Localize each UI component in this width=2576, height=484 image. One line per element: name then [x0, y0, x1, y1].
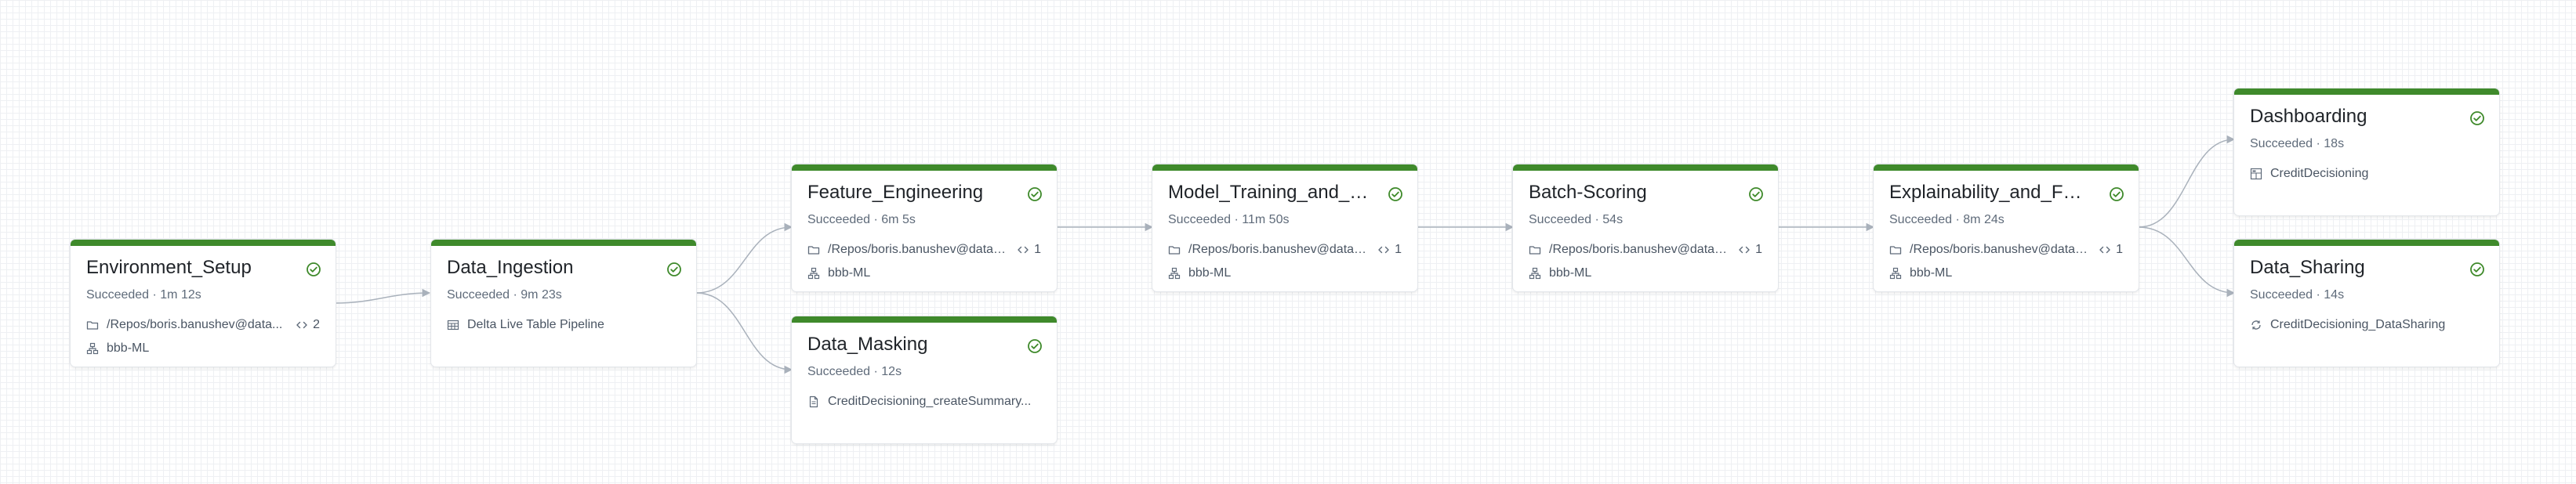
task-notebook-path: /Repos/boris.banushev@datab... 1: [1529, 241, 1762, 258]
task-status: Succeeded · 9m 23s: [447, 288, 562, 302]
code-icon: [1018, 246, 1029, 254]
task-card-data-ingestion[interactable]: Data_Ingestion Succeeded · 9m 23s Delta …: [431, 240, 696, 367]
task-cluster: bbb-ML: [86, 340, 149, 357]
cluster-name: bbb-ML: [107, 341, 150, 355]
task-status: Succeeded · 6m 5s: [807, 213, 916, 226]
notebook-path-text: /Repos/boris.banushev@datab...: [1188, 243, 1370, 256]
notebook-path-text: /Repos/boris.banushev@data...: [107, 318, 283, 331]
check-circle-icon: [1028, 187, 1042, 201]
share-name: CreditDecisioning_DataSharing: [2270, 318, 2446, 331]
share-icon: [2251, 320, 2261, 330]
task-card-dashboarding[interactable]: Dashboarding Succeeded · 18s CreditDecis…: [2234, 88, 2499, 215]
task-file: CreditDecisioning_createSummary...: [807, 393, 1041, 410]
parameter-count: 1: [1395, 243, 1402, 256]
task-title: Model_Training_and_De...: [1168, 182, 1369, 203]
code-icon: [1739, 246, 1750, 254]
task-notebook-path: /Repos/boris.banushev@datab... 1: [1168, 241, 1402, 258]
folder-icon: [86, 321, 99, 330]
task-pipeline: Delta Live Table Pipeline: [447, 316, 604, 334]
pipeline-name: Delta Live Table Pipeline: [467, 318, 604, 331]
folder-icon: [807, 246, 820, 255]
dashboard-name: CreditDecisioning: [2270, 167, 2369, 180]
folder-icon: [1168, 246, 1181, 255]
task-title: Data_Sharing: [2250, 257, 2365, 278]
task-notebook-path: /Repos/boris.banushev@datab... 1: [807, 241, 1041, 258]
parameter-count: 2: [313, 318, 320, 331]
dashboard-icon: [2250, 168, 2262, 180]
cluster-icon: [1168, 267, 1181, 280]
task-notebook-path: /Repos/boris.banushev@datab... 1: [1889, 241, 2123, 258]
task-card-model-training[interactable]: Model_Training_and_De... Succeeded · 11m…: [1152, 164, 1417, 291]
task-status: Succeeded · 12s: [807, 365, 902, 378]
parameter-count: 1: [2116, 243, 2123, 256]
edge-explainability-to-dashboarding: [2138, 135, 2236, 228]
check-circle-icon: [2110, 187, 2124, 201]
task-notebook-path: /Repos/boris.banushev@data... 2: [86, 316, 320, 334]
task-card-feature-engineering[interactable]: Feature_Engineering Succeeded · 6m 5s /R…: [792, 164, 1057, 291]
folder-icon: [1889, 246, 1902, 255]
check-circle-icon: [2470, 111, 2484, 125]
notebook-path-text: /Repos/boris.banushev@datab...: [1549, 243, 1731, 256]
cluster-icon: [86, 342, 99, 355]
task-card-data-sharing[interactable]: Data_Sharing Succeeded · 14s CreditDecis…: [2234, 240, 2499, 367]
task-card-batch-scoring[interactable]: Batch-Scoring Succeeded · 54s /Repos/bor…: [1513, 164, 1778, 291]
cluster-name: bbb-ML: [1910, 266, 1953, 280]
parameter-count: 1: [1034, 243, 1041, 256]
parameter-count: 1: [1755, 243, 1762, 256]
code-icon: [1378, 246, 1389, 254]
edge-data-ingestion-to-feature-engineering: [695, 222, 793, 294]
task-cluster: bbb-ML: [807, 265, 870, 282]
check-circle-icon: [1749, 187, 1763, 201]
edge-data-ingestion-to-data-masking: [695, 292, 793, 374]
task-cluster: bbb-ML: [1529, 265, 1591, 282]
task-title: Data_Ingestion: [447, 257, 574, 278]
task-status: Succeeded · 8m 24s: [1889, 213, 2005, 226]
task-title: Batch-Scoring: [1529, 182, 1647, 203]
task-title: Environment_Setup: [86, 257, 252, 278]
code-icon: [296, 321, 307, 329]
task-card-data-masking[interactable]: Data_Masking Succeeded · 12s CreditDecis…: [792, 316, 1057, 443]
task-parameters: 1: [2099, 243, 2123, 257]
task-status: Succeeded · 14s: [2250, 288, 2345, 302]
check-circle-icon: [1028, 339, 1042, 353]
task-card-environment-setup[interactable]: Environment_Setup Succeeded · 1m 12s /Re…: [71, 240, 336, 367]
edge-explainability-to-data-sharing: [2138, 226, 2236, 298]
notebook-path-text: /Repos/boris.banushev@datab...: [1910, 243, 2092, 256]
task-cluster: bbb-ML: [1889, 265, 1952, 282]
task-title: Dashboarding: [2250, 106, 2367, 127]
folder-icon: [1529, 246, 1541, 255]
task-share: CreditDecisioning_DataSharing: [2250, 316, 2445, 334]
check-circle-icon: [1388, 187, 1402, 201]
cluster-name: bbb-ML: [828, 266, 871, 280]
task-status: Succeeded · 11m 50s: [1168, 213, 1290, 226]
task-status: Succeeded · 54s: [1529, 213, 1624, 226]
cluster-icon: [1529, 267, 1541, 280]
task-card-explainability[interactable]: Explainability_and_Fairn... Succeeded · …: [1874, 164, 2139, 291]
task-parameters: 1: [1377, 243, 1402, 257]
task-title: Feature_Engineering: [807, 182, 984, 203]
file-name: CreditDecisioning_createSummary...: [828, 395, 1032, 408]
task-parameters: 1: [1738, 243, 1762, 257]
code-icon: [2099, 246, 2110, 254]
cluster-icon: [1889, 267, 1902, 280]
notebook-path-text: /Repos/boris.banushev@datab...: [828, 243, 1010, 256]
cluster-name: bbb-ML: [1549, 266, 1592, 280]
task-title: Data_Masking: [807, 334, 928, 355]
table-icon: [447, 320, 459, 330]
task-status: Succeeded · 1m 12s: [86, 288, 201, 302]
edge-environment-setup-to-data-ingestion: [335, 288, 431, 304]
task-parameters: 2: [296, 318, 320, 332]
task-title: Explainability_and_Fairn...: [1889, 182, 2090, 203]
check-circle-icon: [307, 262, 321, 276]
check-circle-icon: [667, 262, 681, 276]
cluster-name: bbb-ML: [1188, 266, 1232, 280]
check-circle-icon: [2470, 262, 2484, 276]
task-parameters: 1: [1017, 243, 1041, 257]
task-cluster: bbb-ML: [1168, 265, 1231, 282]
file-icon: [809, 396, 818, 408]
cluster-icon: [807, 267, 820, 280]
task-status: Succeeded · 18s: [2250, 137, 2345, 150]
task-dashboard: CreditDecisioning: [2250, 165, 2368, 182]
